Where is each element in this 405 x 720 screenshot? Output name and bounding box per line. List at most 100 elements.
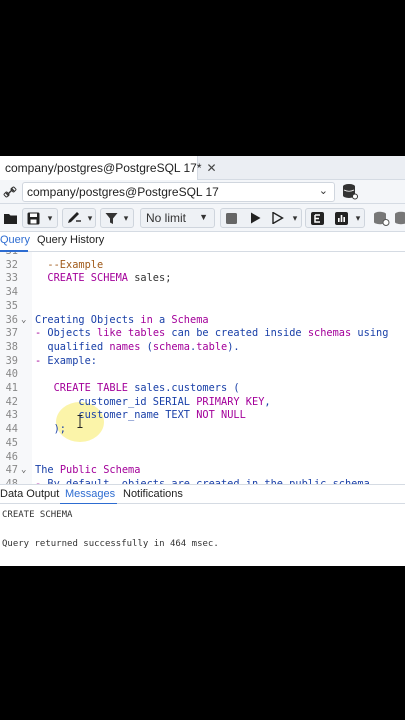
chevron-down-icon: ▾ — [355, 212, 361, 223]
line-number: 44 — [5, 423, 18, 436]
folder-icon — [3, 213, 17, 224]
code-line: 42 customer_id SERIAL PRIMARY KEY, — [0, 396, 405, 410]
code-line: 33 CREATE SCHEMA sales; — [0, 272, 405, 286]
line-number: 47 — [5, 464, 18, 477]
line-number: 41 — [5, 382, 18, 394]
save-icon — [27, 212, 39, 224]
execute-button[interactable] — [247, 208, 263, 228]
code-text: - Objects like tables can be created ins… — [35, 327, 389, 340]
fold-chevron-icon[interactable]: ⌄ — [21, 464, 26, 478]
line-number: 42 — [5, 395, 18, 408]
edit-options-button[interactable]: ▾ — [84, 208, 96, 228]
code-text: The Public Schema — [35, 464, 141, 477]
code-line: 39 - Example: — [0, 355, 405, 369]
code-text: Creating Objects in a Schema — [35, 313, 209, 326]
code-line: 40 — [0, 368, 405, 382]
line-number: 33 — [5, 272, 18, 285]
code-line: 38 qualified names (schema.table). — [0, 341, 405, 355]
code-text: - Example: — [35, 354, 97, 367]
commit-button[interactable] — [372, 208, 390, 228]
line-number: 46 — [5, 450, 18, 463]
query-tool-tab[interactable]: company/postgres@PostgreSQL 17* ✕ — [0, 156, 217, 180]
query-panel-tabs: Query Query History — [0, 232, 405, 252]
code-text: customer_name TEXT NOT NULL — [78, 409, 246, 422]
row-limit-value: No limit — [146, 211, 187, 225]
connection-value: company/postgres@PostgreSQL 17 — [27, 185, 219, 199]
tab-data-output[interactable]: Data Output — [0, 488, 59, 500]
code-text: --Example — [47, 258, 104, 271]
chevron-down-icon: ⌄ — [318, 185, 328, 197]
code-line: 34 — [0, 286, 405, 300]
filter-icon — [105, 212, 117, 224]
stop-button[interactable] — [223, 208, 239, 228]
code-line: 31 — [0, 252, 405, 259]
message-line: CREATE SCHEMA — [2, 510, 73, 520]
code-line: 41 CREATE TABLE sales.customers ( — [0, 382, 405, 396]
line-number: 34 — [5, 286, 18, 299]
row-limit-select[interactable]: No limit ▼ — [140, 208, 215, 228]
code-line: 35 — [0, 300, 405, 314]
explain-button[interactable] — [309, 208, 325, 228]
database-check-icon — [373, 211, 389, 226]
query-toolbar: ▾ ▾ ▾ No limit ▼ ▾ ▾ — [0, 204, 405, 232]
execute-options-button[interactable] — [268, 208, 288, 228]
line-number: 35 — [5, 299, 18, 312]
line-number: 32 — [5, 258, 18, 271]
code-line: 36 ⌄ Creating Objects in a Schema — [0, 314, 405, 328]
explain-analyze-button[interactable] — [333, 208, 349, 228]
database-undo-icon — [395, 211, 405, 224]
message-line: Query returned successfully in 464 msec. — [2, 539, 219, 549]
code-line: 46 — [0, 451, 405, 465]
code-text: CREATE SCHEMA sales; — [47, 272, 172, 285]
text-cursor-icon — [77, 415, 83, 428]
execute-menu-button[interactable]: ▾ — [289, 208, 301, 228]
open-file-button[interactable] — [2, 208, 18, 228]
code-line: 47 ⌄ The Public Schema — [0, 464, 405, 478]
line-number: 31 — [0, 252, 18, 259]
code-text: customer_id SERIAL PRIMARY KEY, — [78, 395, 271, 408]
line-number: 43 — [5, 409, 18, 422]
database-settings-icon[interactable] — [342, 183, 358, 200]
explain-icon — [310, 211, 324, 225]
chevron-down-icon: ▾ — [47, 212, 53, 223]
explain-options-button[interactable]: ▾ — [352, 208, 364, 228]
results-panel-tabs: Data Output Messages Notifications — [0, 484, 405, 505]
play-icon — [250, 212, 260, 224]
messages-panel: CREATE SCHEMA Query returned successfull… — [0, 504, 405, 566]
code-line: 44 ); — [0, 423, 405, 437]
connection-select[interactable]: company/postgres@PostgreSQL 17 ⌄ — [22, 182, 335, 202]
tab-messages[interactable]: Messages — [65, 488, 115, 500]
code-text: ); — [53, 423, 67, 436]
pgadmin-query-tool: company/postgres@PostgreSQL 17* ✕ compan… — [0, 156, 405, 566]
code-line: 45 — [0, 437, 405, 451]
connection-bar: company/postgres@PostgreSQL 17 ⌄ — [0, 180, 405, 204]
rollback-button[interactable] — [394, 208, 405, 228]
tab-title: company/postgres@PostgreSQL 17* — [5, 161, 202, 175]
play-outline-icon — [272, 212, 284, 224]
tab-query[interactable]: Query — [0, 234, 30, 246]
save-button[interactable] — [25, 208, 41, 228]
code-line: 37 - Objects like tables can be created i… — [0, 327, 405, 341]
chevron-down-icon: ▾ — [292, 212, 298, 223]
line-number: 39 — [5, 354, 18, 367]
fold-chevron-icon[interactable]: ⌄ — [21, 314, 26, 328]
line-number: 36 — [5, 313, 18, 326]
code-text: CREATE TABLE sales.customers ( — [53, 382, 240, 394]
tab-notifications[interactable]: Notifications — [123, 488, 183, 500]
tab-query-history[interactable]: Query History — [37, 234, 104, 246]
line-number: 40 — [5, 368, 18, 381]
save-options-button[interactable]: ▾ — [44, 208, 56, 228]
chevron-down-icon: ▾ — [123, 212, 129, 223]
line-number: 45 — [5, 436, 18, 449]
chevron-down-icon: ▼ — [199, 212, 208, 222]
sql-editor[interactable]: 3132 --Example33 CREATE SCHEMA sales;343… — [0, 252, 405, 484]
connection-link-icon[interactable] — [3, 185, 17, 199]
editor-tab-strip: company/postgres@PostgreSQL 17* ✕ — [0, 156, 405, 180]
line-number: 37 — [5, 327, 18, 340]
edit-button[interactable] — [65, 208, 83, 228]
code-line: 43 customer_name TEXT NOT NULL — [0, 409, 405, 423]
filter-button[interactable] — [103, 208, 119, 228]
stop-icon — [225, 212, 237, 224]
filter-options-button[interactable]: ▾ — [120, 208, 132, 228]
close-icon[interactable]: ✕ — [207, 161, 217, 175]
